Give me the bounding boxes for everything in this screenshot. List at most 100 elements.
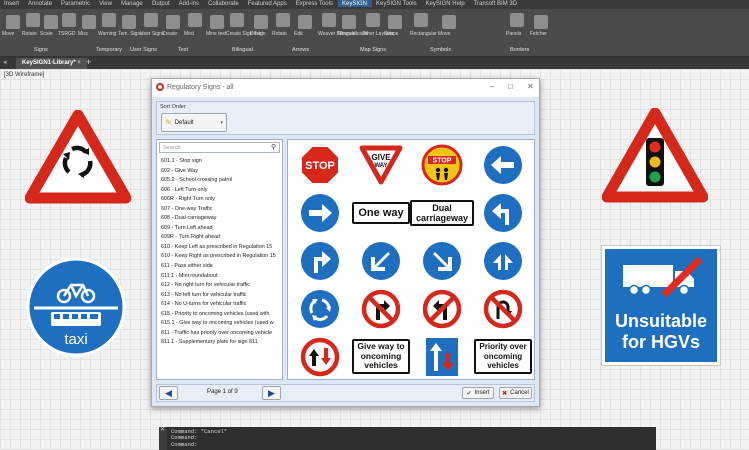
ribbon-tool-icon[interactable] — [6, 15, 20, 29]
sign-list-item[interactable]: 607 - One-way Traffic — [158, 205, 281, 215]
ribbon-tool-icon[interactable] — [102, 13, 116, 27]
right-turn-only-tile[interactable] — [290, 189, 350, 236]
turn-left-ahead-tile[interactable] — [473, 189, 533, 236]
give-way-oncoming-tile[interactable]: Give way to oncoming vehicles — [351, 333, 411, 380]
next-page-button[interactable]: ▶ — [262, 386, 281, 400]
ribbon-tool-label[interactable]: TSRGD — [58, 31, 76, 37]
ribbon-tool-label[interactable]: Scale — [40, 31, 53, 37]
dual-carriageway-tile[interactable]: Dual carriageway — [409, 189, 475, 236]
ribbon-tool-icon[interactable] — [210, 15, 224, 29]
ribbon-tool-label[interactable]: Mine text — [206, 31, 226, 37]
menu-item[interactable]: Collaborate — [204, 0, 244, 7]
add-tab-button[interactable]: + — [86, 57, 91, 67]
ribbon-tool-label[interactable]: Move — [2, 31, 14, 37]
menu-item[interactable]: Add-ins — [175, 0, 204, 7]
menu-item[interactable]: Parametric — [57, 0, 95, 7]
sign-list-item[interactable]: 811.1 - Supplementary plate for sign 811 — [158, 338, 281, 348]
school-crossing-tile[interactable]: STOP — [412, 141, 472, 188]
no-right-turn-tile[interactable] — [351, 285, 411, 332]
ribbon-tool-label[interactable]: Panels — [506, 31, 521, 37]
ribbon-tool-label[interactable]: Move — [438, 31, 450, 37]
turn-right-ahead-tile[interactable] — [290, 237, 350, 284]
ribbon-tool-label[interactable]: Design — [250, 31, 266, 37]
menu-item[interactable]: KeySIGN Tools — [372, 0, 422, 7]
give-way-tile[interactable]: GIVE WAY — [351, 141, 411, 188]
ribbon-tool-icon[interactable] — [366, 13, 380, 27]
sign-list-item[interactable]: 606R - Right Turn only — [158, 195, 281, 205]
previous-page-button[interactable]: ◀ — [159, 386, 178, 400]
sign-list-item[interactable]: 601.1 - Stop sign — [158, 157, 281, 167]
one-way-tile[interactable]: One way — [351, 189, 411, 236]
close-tab-icon[interactable]: × — [77, 60, 81, 66]
tab-keysign1-library[interactable]: KeySIGN1-Library* × — [16, 58, 87, 69]
ribbon-tool-icon[interactable] — [44, 15, 58, 29]
menu-item[interactable]: Featured Apps — [244, 0, 292, 7]
menu-item[interactable]: Insert — [0, 0, 24, 7]
no-left-turn-tile[interactable] — [412, 285, 472, 332]
sign-list-item[interactable]: 610 - Keep Right as prescribed in Regula… — [158, 252, 281, 262]
ribbon-tool-icon[interactable] — [442, 15, 456, 29]
maximize-icon[interactable]: □ — [508, 82, 513, 91]
priority-oncoming-tile[interactable] — [290, 333, 350, 380]
keep-left-tile[interactable] — [351, 237, 411, 284]
menu-item[interactable]: Output — [148, 0, 175, 7]
keep-right-tile[interactable] — [412, 237, 472, 284]
menu-item[interactable]: View — [95, 0, 117, 7]
ribbon-tool-icon[interactable] — [122, 15, 136, 29]
ribbon-tool-label[interactable]: Rotate — [272, 31, 287, 37]
sign-list-item[interactable]: 615 - Priority to oncoming vehicles (use… — [158, 310, 281, 320]
ribbon-tool-label[interactable]: Rectangular — [410, 31, 437, 37]
sign-list-item[interactable]: 602 - Give Way — [158, 167, 281, 177]
ribbon-tool-icon[interactable] — [254, 15, 268, 29]
sign-list-item[interactable]: 612 - No right turn for vehicular traffi… — [158, 281, 281, 291]
sign-list-item[interactable]: 610 - Keep Left as prescribed in Regulat… — [158, 243, 281, 253]
menu-chevron-icon[interactable]: ◂ — [3, 58, 7, 66]
ribbon-tool-label[interactable]: Med — [184, 31, 194, 37]
view-label[interactable]: [3D Wireframe] — [4, 72, 44, 78]
search-icon[interactable]: ⚲ — [271, 143, 276, 151]
ribbon-tool-icon[interactable] — [230, 13, 244, 27]
cancel-button[interactable]: ✖ Cancel — [499, 387, 532, 399]
ribbon-tool-icon[interactable] — [276, 13, 290, 27]
ribbon-tool-label[interactable]: Edit — [294, 31, 303, 37]
left-turn-only-tile[interactable] — [473, 141, 533, 188]
ribbon-tool-icon[interactable] — [144, 13, 158, 27]
search-input[interactable]: Search ⚲ — [159, 142, 280, 153]
ribbon-tool-icon[interactable] — [342, 15, 356, 29]
sign-list-item[interactable]: 606 - Left Turn only — [158, 186, 281, 196]
command-line[interactable]: Command: *Cancel* Command: Command: — [159, 427, 656, 450]
menu-item[interactable]: KeySIGN Help — [422, 0, 470, 7]
menu-item[interactable]: KeySIGN — [337, 0, 372, 7]
no-u-turn-tile[interactable] — [473, 285, 533, 332]
priority-plate-tile[interactable]: Priority over oncoming vehicles — [473, 333, 533, 380]
mini-roundabout-tile[interactable] — [290, 285, 350, 332]
stop-sign-tile[interactable]: STOP — [290, 141, 350, 188]
sign-list-item[interactable]: 609R - Turn Right ahead — [158, 233, 281, 243]
ribbon-tool-icon[interactable] — [534, 15, 548, 29]
close-icon[interactable]: ✕ — [527, 82, 534, 91]
menu-item[interactable]: Annotate — [24, 0, 57, 7]
insert-button[interactable]: ✔ Insert — [462, 387, 494, 399]
priority-over-oncoming-tile[interactable] — [412, 333, 472, 380]
command-close-icon[interactable]: ✕ — [159, 427, 167, 434]
sign-list-item[interactable]: 811 - Traffic has priority over oncoming… — [158, 329, 281, 339]
sign-list-item[interactable]: 609 - Turn Left ahead — [158, 224, 281, 234]
sign-list-item[interactable]: 615.1 - Give way to oncoming vehicles (u… — [158, 319, 281, 329]
menu-item[interactable]: Express Tools — [292, 0, 338, 7]
ribbon-tool-label[interactable]: Warning — [98, 31, 116, 37]
sign-list-item[interactable]: 611.1 - Mini roundabout — [158, 272, 281, 282]
ribbon-tool-label[interactable]: User Signs — [140, 31, 164, 37]
sign-list-item[interactable]: 608 - Dual carriageway — [158, 214, 281, 224]
ribbon-tool-icon[interactable] — [322, 13, 336, 27]
sign-list-item[interactable]: 611 - Pass either side — [158, 262, 281, 272]
minimize-icon[interactable]: – — [490, 82, 494, 91]
ribbon-tool-icon[interactable] — [166, 15, 180, 29]
sign-list-item[interactable]: 613 - No left turn for vehicular traffic — [158, 291, 281, 301]
sign-list-item[interactable]: 614 - No U-turns for vehicular traffic — [158, 300, 281, 310]
pass-either-side-tile[interactable] — [473, 237, 533, 284]
sign-list-item[interactable]: 605.2 - School crossing patrol — [158, 176, 281, 186]
command-line-handle[interactable]: ✕ — [159, 427, 167, 450]
menu-item[interactable]: Transoft BIM 3D — [470, 0, 522, 7]
ribbon-tool-icon[interactable] — [414, 13, 428, 27]
ribbon-tool-icon[interactable] — [26, 13, 40, 27]
